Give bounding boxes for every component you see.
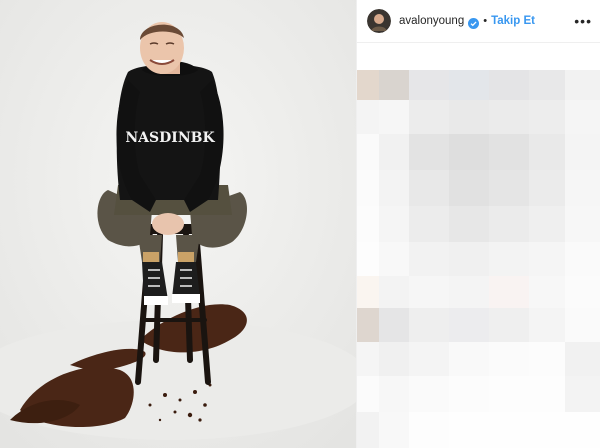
hands xyxy=(152,213,184,235)
post-header: avalonyoung • Takip Et ••• xyxy=(357,0,600,43)
post-image: NASDINBK xyxy=(0,0,356,448)
instagram-post: NASDINBK avalonyoung • Takip Et ••• xyxy=(0,0,600,448)
verified-badge-icon xyxy=(468,16,480,29)
username[interactable]: avalonyoung xyxy=(399,15,464,27)
more-options-icon[interactable]: ••• xyxy=(574,14,592,28)
post-sidebar: avalonyoung • Takip Et ••• xyxy=(356,0,600,448)
pixelated-comments-area xyxy=(357,70,600,448)
follow-button[interactable]: Takip Et xyxy=(491,15,535,27)
avatar[interactable] xyxy=(367,9,391,33)
hoodie-print: NASDINBK xyxy=(125,130,215,146)
separator-dot: • xyxy=(483,15,488,27)
post-photo[interactable]: NASDINBK xyxy=(0,0,356,448)
